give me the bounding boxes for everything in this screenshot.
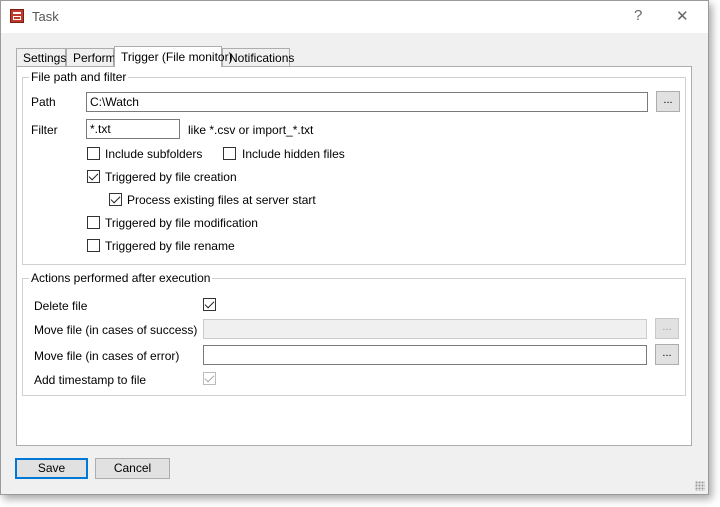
add-timestamp-checkbox[interactable] (203, 372, 216, 385)
delete-file-checkbox[interactable] (203, 298, 216, 311)
cancel-button[interactable]: Cancel (95, 458, 170, 479)
delete-file-label: Delete file (34, 299, 88, 313)
filter-input[interactable]: *.txt (86, 119, 180, 139)
move-success-browse-button[interactable]: ... (655, 318, 679, 339)
add-timestamp-label: Add timestamp to file (34, 373, 147, 387)
move-success-input[interactable] (203, 319, 647, 339)
include-hidden-checkbox[interactable] (223, 147, 236, 160)
path-browse-button[interactable]: ... (656, 91, 680, 112)
window-title: Task (32, 9, 59, 24)
process-existing-checkbox[interactable] (109, 193, 122, 206)
process-existing-label: Process existing files at server start (127, 193, 316, 207)
resize-grip[interactable] (695, 481, 705, 491)
move-error-label: Move file (in cases of error) (34, 349, 180, 363)
tab-perform[interactable]: Perform (66, 48, 116, 66)
actions-after-execution-group: Actions performed after execution Delete… (22, 271, 686, 396)
tab-settings[interactable]: Settings (16, 48, 66, 66)
triggered-rename-label: Triggered by file rename (105, 239, 235, 253)
path-label: Path (31, 95, 56, 109)
triggered-rename-checkbox[interactable] (87, 239, 100, 252)
triggered-creation-checkbox[interactable] (87, 170, 100, 183)
triggered-modification-checkbox[interactable] (87, 216, 100, 229)
triggered-creation-label: Triggered by file creation (105, 170, 237, 184)
help-button[interactable]: ? (634, 7, 642, 24)
move-error-input[interactable] (203, 345, 647, 365)
actions-group-title: Actions performed after execution (29, 271, 213, 285)
file-path-filter-group: File path and filter Path C:\Watch ... F… (22, 70, 686, 265)
move-success-label: Move file (in cases of success) (34, 323, 198, 337)
triggered-modification-label: Triggered by file modification (105, 216, 258, 230)
path-input[interactable]: C:\Watch (86, 92, 648, 112)
save-button[interactable]: Save (15, 458, 88, 479)
app-icon (10, 9, 24, 23)
title-bar: Task ? ✕ (1, 1, 708, 33)
trigger-tab-panel: File path and filter Path C:\Watch ... F… (16, 66, 692, 446)
include-hidden-label: Include hidden files (242, 147, 345, 161)
tab-trigger-file-monitor[interactable]: Trigger (File monitor) (114, 46, 233, 67)
close-button[interactable]: ✕ (676, 7, 689, 25)
move-error-browse-button[interactable]: ... (655, 344, 679, 365)
task-dialog: Task ? ✕ Settings Perform Trigger (File … (0, 0, 709, 495)
filter-hint: like *.csv or import_*.txt (188, 123, 314, 137)
file-group-title: File path and filter (29, 70, 129, 84)
include-subfolders-label: Include subfolders (105, 147, 203, 161)
filter-label: Filter (31, 123, 58, 137)
include-subfolders-checkbox[interactable] (87, 147, 100, 160)
